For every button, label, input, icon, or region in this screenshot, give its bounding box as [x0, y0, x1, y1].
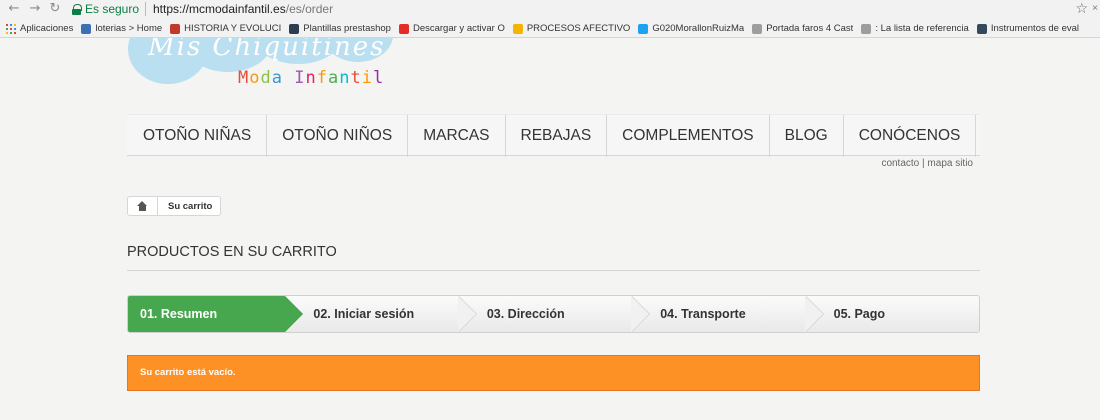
bookmark-label: Instrumentos de eval [990, 23, 1079, 34]
twitter-icon [638, 23, 649, 34]
page-icon [861, 23, 872, 34]
site-logo[interactable]: Mis Chiquitines Moda Infantil [128, 38, 398, 102]
bookmark-item[interactable]: Plantillas prestashop [289, 23, 391, 34]
url-host: https://mcmodainfantil.es [153, 2, 286, 16]
menu-item[interactable]: BLOG [770, 115, 844, 157]
checkout-step-label: 05. Pago [833, 307, 886, 321]
checkout-step-label: 01. Resumen [140, 307, 218, 321]
bookmark-label: loterias > Home [95, 23, 163, 34]
youtube-icon [398, 23, 409, 34]
bookmark-item[interactable]: : La lista de referencia [861, 23, 969, 34]
bookmark-item[interactable]: HISTORIA Y EVOLUCI [170, 23, 281, 34]
checkout-step[interactable]: 04. Transporte [632, 296, 824, 332]
step-arrow-icon [457, 296, 477, 332]
menu-item[interactable]: REBAJAS [506, 115, 608, 157]
checkout-step-label: 02. Iniciar sesión [313, 307, 415, 321]
reload-icon[interactable]: ↻ [47, 1, 63, 17]
checkout-step[interactable]: 01. Resumen [128, 296, 304, 332]
bookmark-label: Plantillas prestashop [303, 23, 391, 34]
url-path: /es/order [285, 2, 334, 16]
bookmark-icon [81, 23, 92, 34]
bookmark-item[interactable]: loterias > Home [81, 23, 162, 34]
home-icon [137, 201, 148, 211]
breadcrumb-current: Su carrito [168, 200, 213, 212]
breadcrumb: Su carrito [127, 196, 222, 216]
bookmark-item[interactable]: Instrumentos de eval [976, 23, 1079, 34]
secure-label: Es seguro [85, 2, 140, 16]
menu-item[interactable]: OTOÑO NIÑOS [267, 115, 409, 157]
sitemap-link[interactable]: mapa sitio [927, 158, 973, 169]
menu-item[interactable]: COMPLEMENTOS [607, 115, 770, 157]
drive-icon [512, 23, 523, 34]
logo-script: Mis Chiquitines [148, 38, 386, 62]
close-icon[interactable]: × [1092, 3, 1098, 14]
secure-indicator[interactable]: Es seguro [72, 1, 139, 17]
breadcrumb-home[interactable] [128, 197, 158, 215]
bookmark-star-icon[interactable]: ☆ [1075, 0, 1088, 18]
menu-item[interactable]: MARCAS [408, 115, 506, 157]
bookmark-label: : La lista de referencia [875, 23, 969, 34]
apps-icon [6, 23, 16, 34]
step-arrow-icon [284, 296, 304, 332]
checkout-step[interactable]: 02. Iniciar sesión [285, 296, 477, 332]
bookmark-label: HISTORIA Y EVOLUCI [184, 23, 282, 34]
menu-item[interactable]: OTOÑO NIÑAS [127, 115, 268, 157]
page-icon [752, 23, 763, 34]
bookmark-label: Descargar y activar O [412, 23, 505, 34]
url-text[interactable]: https://mcmodainfantil.es/es/order [153, 1, 333, 17]
bookmark-label: PROCESOS AFECTIVO [526, 23, 631, 34]
checkout-step[interactable]: 03. Dirección [459, 296, 651, 332]
bookmark-item[interactable]: G020MorallonRuizMa [638, 23, 744, 34]
bookmark-icon [976, 23, 987, 34]
bookmark-icon [170, 23, 181, 34]
forward-arrow-icon[interactable]: → [27, 1, 43, 17]
browser-chrome: ← → ↻ Es seguro https://mcmodainfantil.e… [0, 0, 1100, 38]
checkout-step-label: 03. Dirección [486, 307, 565, 321]
top-links: contacto | mapa sitio [881, 158, 973, 169]
menu-item[interactable]: CONÓCENOS [844, 115, 977, 157]
shield-icon [289, 23, 300, 34]
bookmark-item[interactable]: Aplicaciones [6, 23, 73, 34]
address-bar[interactable]: ← → ↻ Es seguro https://mcmodainfantil.e… [0, 0, 1100, 19]
bookmark-label: Aplicaciones [20, 23, 74, 34]
bookmark-item[interactable]: Portada faros 4 Cast [752, 23, 853, 34]
contact-link[interactable]: contacto [881, 158, 919, 169]
bookmark-label: G020MorallonRuizMa [652, 23, 745, 34]
bookmark-item[interactable]: PROCESOS AFECTIVO [512, 23, 631, 34]
step-arrow-icon [804, 296, 824, 332]
checkout-step[interactable]: 05. Pago [806, 296, 979, 332]
bookmark-label: Portada faros 4 Cast [766, 23, 854, 34]
link-separator: | [922, 158, 925, 169]
step-arrow-icon [631, 296, 651, 332]
bookmark-item[interactable]: Descargar y activar O [398, 23, 505, 34]
lock-icon [72, 3, 82, 15]
bookmarks-bar: Aplicaciones loterias > Home HISTORIA Y EV… [0, 19, 1100, 38]
empty-cart-alert: Su carrito está vacío. [127, 355, 980, 391]
logo-subtitle: Moda Infantil [238, 68, 385, 88]
main-menu: OTOÑO NIÑAS OTOÑO NIÑOS MARCAS REBAJAS COMPL… [127, 114, 980, 157]
page-title: PRODUCTOS EN SU CARRITO [127, 244, 980, 271]
back-arrow-icon[interactable]: ← [6, 1, 22, 17]
url-separator [145, 2, 146, 16]
checkout-step-label: 04. Transporte [660, 307, 746, 321]
checkout-steps: 01. Resumen 02. Iniciar sesión 03. Direcci… [127, 295, 980, 333]
